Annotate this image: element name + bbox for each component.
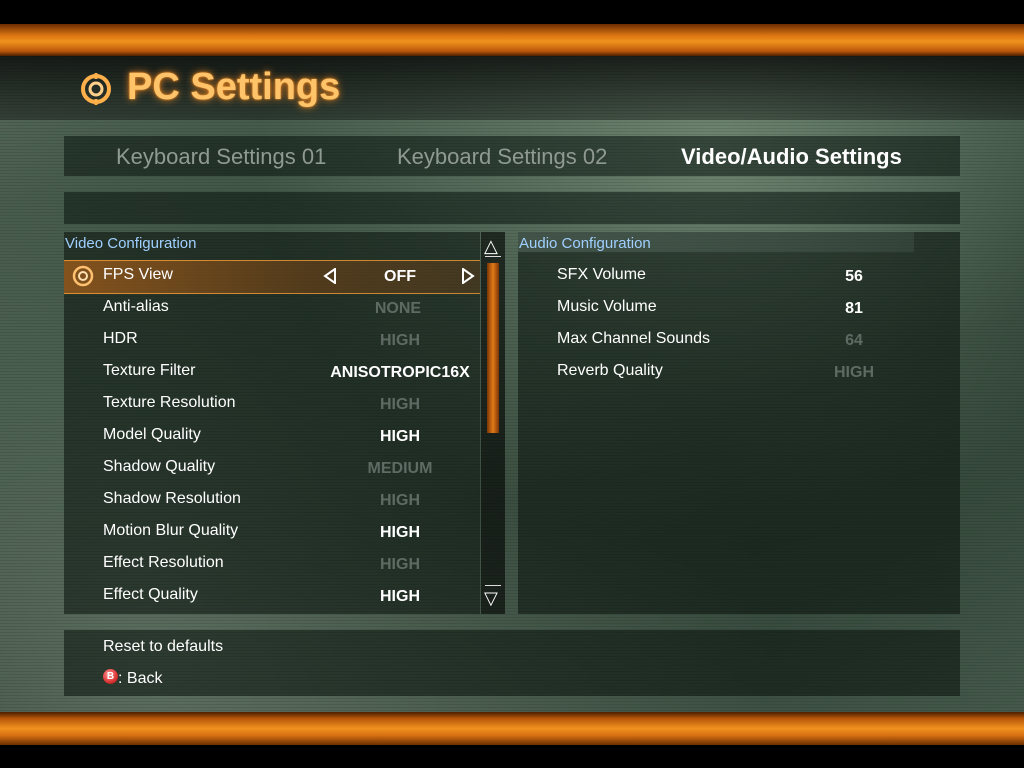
row-value: HIGH: [380, 428, 420, 445]
row-value: HIGH: [380, 492, 420, 509]
row-value: OFF: [384, 268, 416, 285]
tab-keyboard-settings-02[interactable]: Keyboard Settings 02: [397, 144, 607, 170]
tab-keyboard-settings-01[interactable]: Keyboard Settings 01: [116, 144, 326, 170]
row-label: Effect Resolution: [103, 554, 224, 571]
row-label: Texture Filter: [103, 362, 196, 379]
arrow-right-icon[interactable]: [461, 268, 475, 284]
row-label: Music Volume: [557, 298, 657, 315]
scroll-divider: [485, 585, 501, 586]
scroll-thumb[interactable]: [487, 263, 499, 433]
row-label: Reverb Quality: [557, 362, 663, 379]
audio-section-title: Audio Configuration: [519, 235, 651, 252]
row-value: HIGH: [834, 364, 874, 381]
row-label: SFX Volume: [557, 266, 646, 283]
row-label: Max Channel Sounds: [557, 330, 710, 347]
tab-bar: Keyboard Settings 01 Keyboard Settings 0…: [64, 136, 960, 176]
b-button-icon: B: [103, 669, 118, 684]
orange-bar-bottom: [0, 712, 1024, 745]
page-title: PC Settings: [127, 66, 341, 108]
row-value: NONE: [374, 300, 422, 317]
tab-video-audio-settings[interactable]: Video/Audio Settings: [681, 144, 902, 170]
letterbox-bottom: [0, 745, 1024, 768]
row-value: HIGH: [380, 332, 420, 349]
scroll-down-arrow-icon[interactable]: ▽: [484, 588, 498, 609]
row-value: MEDIUM: [367, 460, 433, 477]
row-label: Texture Resolution: [103, 394, 236, 411]
row-label: FPS View: [103, 266, 173, 283]
description-bar: [64, 192, 960, 224]
back-button[interactable]: : Back: [118, 670, 162, 688]
row-label: Shadow Resolution: [103, 490, 241, 507]
row-value: 64: [845, 332, 863, 349]
row-label: HDR: [103, 330, 138, 347]
selection-ring-icon: [72, 265, 94, 287]
row-value: HIGH: [380, 524, 420, 541]
row-label: Anti-alias: [103, 298, 169, 315]
row-value: HIGH: [380, 396, 420, 413]
row-value: 81: [845, 300, 863, 317]
row-value: HIGH: [380, 556, 420, 573]
audio-panel: [518, 232, 960, 614]
row-value: HIGH: [380, 588, 420, 605]
row-label: Effect Quality: [103, 586, 198, 603]
reset-to-defaults-button[interactable]: Reset to defaults: [103, 638, 223, 656]
row-label: Motion Blur Quality: [103, 522, 239, 539]
scroll-up-arrow-icon[interactable]: △: [484, 236, 498, 257]
orange-bar-top: [0, 24, 1024, 56]
video-section-title: Video Configuration: [65, 235, 197, 252]
row-value: ANISOTROPIC16X: [330, 364, 470, 381]
settings-ring-icon: [81, 73, 111, 105]
scroll-divider: [485, 256, 501, 257]
row-label: Model Quality: [103, 426, 201, 443]
row-label: Shadow Quality: [103, 458, 216, 475]
row-value: 56: [845, 268, 863, 285]
letterbox-top: [0, 0, 1024, 24]
